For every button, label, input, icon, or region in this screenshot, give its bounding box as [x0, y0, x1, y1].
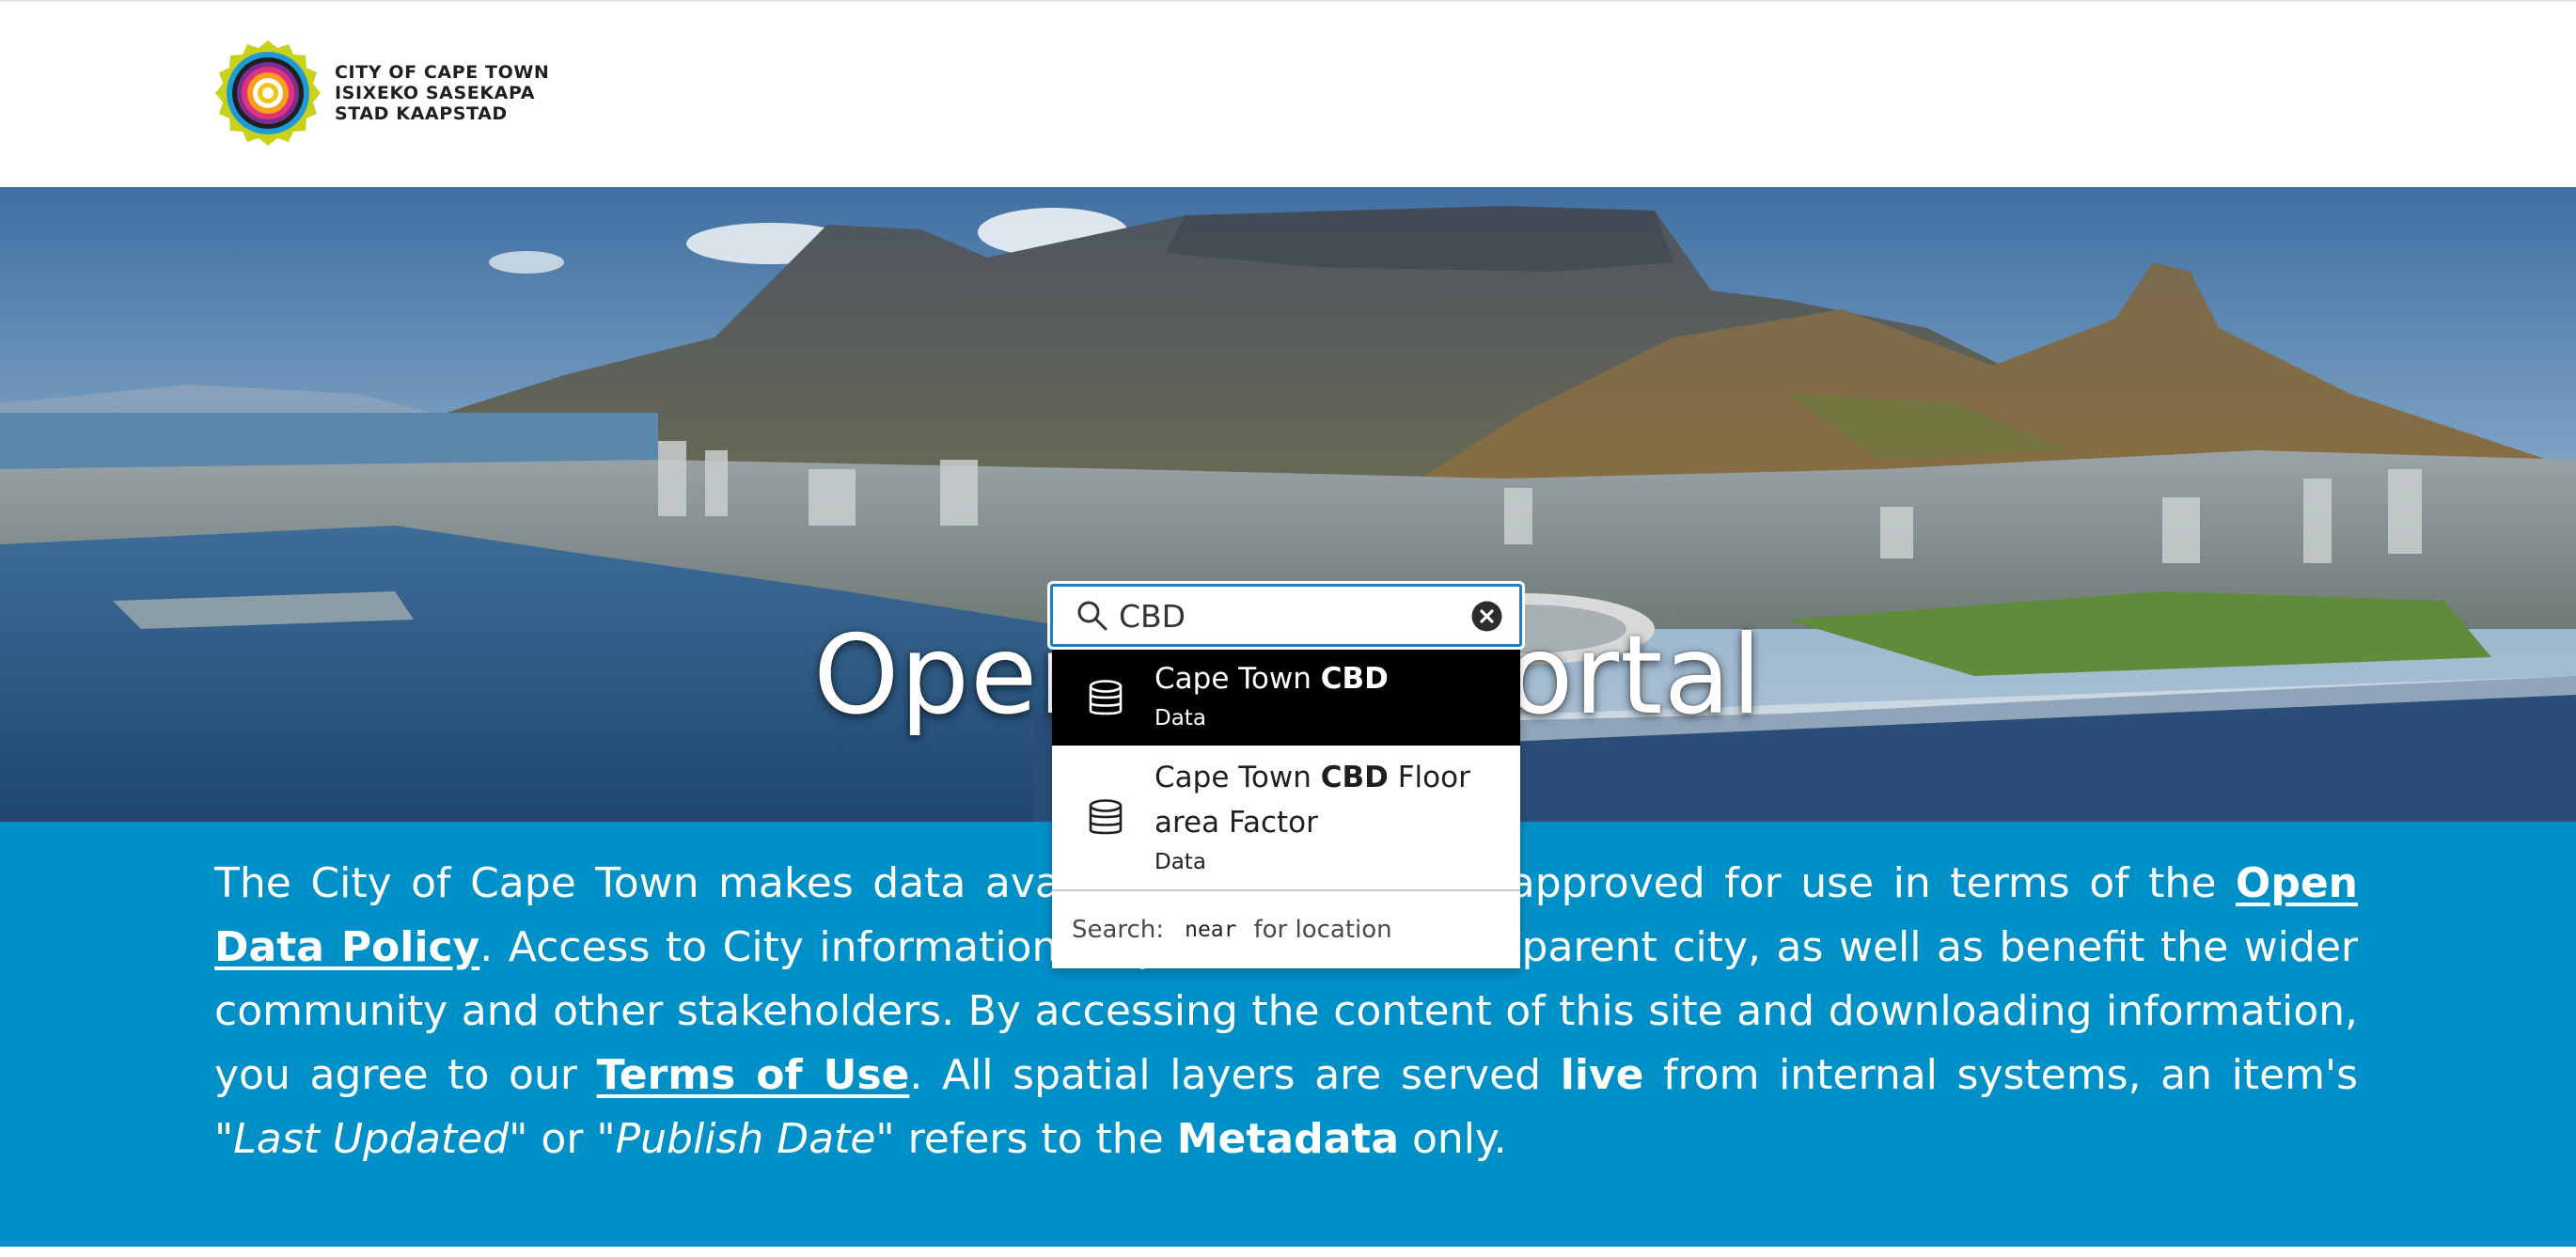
intro-text-5: " or " [509, 1115, 616, 1163]
site-header: CITY OF CAPE TOWN ISIXEKO SASEKAPA STAD … [0, 0, 2576, 187]
last-updated-emphasis: Last Updated [233, 1115, 510, 1163]
suggestion-title: Cape Town CBD Floor area Factor [1154, 755, 1502, 845]
publish-date-emphasis: Publish Date [615, 1115, 876, 1163]
suggestion-item[interactable]: Cape Town CBD Floor area Factor Data [1052, 746, 1520, 891]
search-input[interactable] [1119, 594, 1438, 637]
suggestion-item[interactable]: Cape Town CBD Data [1052, 650, 1520, 746]
suggestion-title-match: CBD [1320, 761, 1389, 794]
search-suggestions-dropdown: Cape Town CBD Data Cape Town CBD Floor a… [1052, 650, 1520, 968]
database-icon [1089, 680, 1123, 715]
city-name: CITY OF CAPE TOWN ISIXEKO SASEKAPA STAD … [335, 62, 549, 124]
city-name-line-3: STAD KAAPSTAD [335, 103, 508, 124]
database-icon [1089, 799, 1123, 835]
intro-text-7: only. [1399, 1115, 1507, 1163]
metadata-emphasis: Metadata [1176, 1115, 1400, 1163]
suggestion-title: Cape Town CBD [1154, 656, 1502, 701]
intro-text-3: . All spatial layers are served [909, 1051, 1561, 1099]
page-bottom-divider [0, 1247, 2576, 1257]
search-hint-keyword: near [1185, 918, 1237, 942]
suggestion-title-prefix: Cape Town [1154, 662, 1321, 696]
live-emphasis: live [1560, 1051, 1644, 1099]
suggestion-type: Data [1154, 706, 1206, 731]
search-hint-suffix: for location [1253, 916, 1392, 944]
city-name-line-2: ISIXEKO SASEKAPA [335, 83, 536, 103]
terms-of-use-link[interactable]: Terms of Use [597, 1051, 910, 1099]
search-hint-prefix: Search: [1072, 916, 1165, 944]
suggestion-title-prefix: Cape Town [1154, 761, 1321, 794]
search-hint: Search: near for location [1052, 891, 1520, 968]
clear-circle-icon[interactable] [1471, 601, 1502, 632]
suggestion-title-match: CBD [1320, 662, 1389, 696]
city-name-line-1: CITY OF CAPE TOWN [335, 62, 550, 83]
search-bar[interactable] [1050, 584, 1522, 647]
city-seal-icon [215, 40, 321, 146]
intro-text-6: " refers to the [875, 1115, 1177, 1163]
city-logo[interactable]: CITY OF CAPE TOWN ISIXEKO SASEKAPA STAD … [214, 39, 549, 147]
search-icon [1077, 601, 1107, 631]
suggestion-type: Data [1154, 850, 1206, 874]
